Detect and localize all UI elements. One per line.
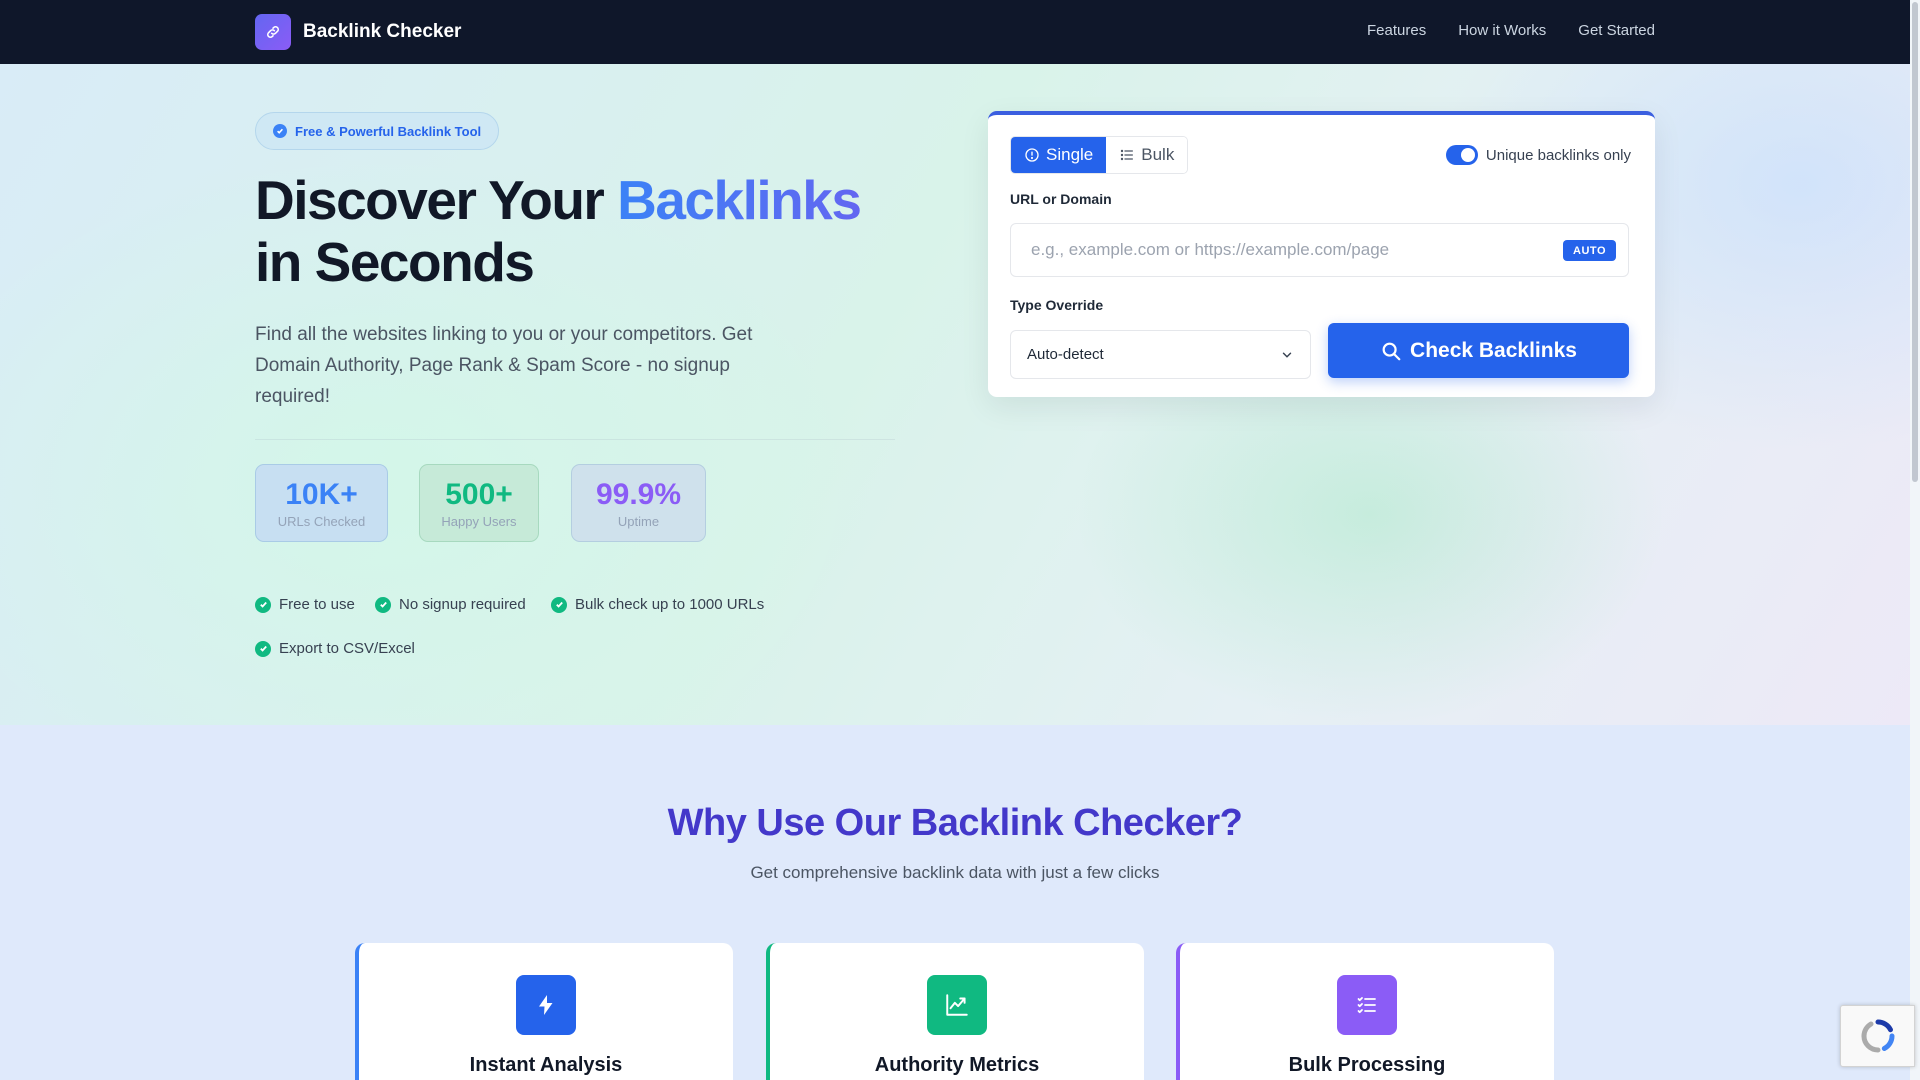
tab-single-label: Single: [1046, 145, 1094, 164]
nav-link-how-it-works[interactable]: How it Works: [1458, 22, 1546, 39]
stat-value: 99.9%: [595, 477, 682, 511]
feature-card-bulk-processing: Bulk Processing: [1176, 943, 1554, 1080]
trending-chart-icon: [927, 975, 987, 1035]
check-backlinks-label: Check Backlinks: [1410, 338, 1577, 362]
hero-subtitle: Find all the websites linking to you or …: [255, 324, 753, 407]
type-select-value: Auto-detect: [1027, 346, 1104, 363]
stat-uptime: 99.9% Uptime: [571, 464, 706, 542]
stat-label: Happy Users: [441, 513, 517, 529]
recaptcha-icon: [1861, 1019, 1894, 1053]
hero-title-accent: Backlinks: [617, 169, 862, 231]
nav-link-features[interactable]: Features: [1367, 22, 1426, 39]
unique-backlinks-toggle-group: Unique backlinks only: [1445, 145, 1631, 165]
nav-link-get-started[interactable]: Get Started: [1578, 22, 1655, 39]
url-input[interactable]: [1011, 224, 1551, 276]
backlink-form-card: Single Bulk Unique backlinks only URL or…: [988, 111, 1655, 397]
hero-title-line2: in Seconds: [255, 231, 535, 293]
link-icon[interactable]: [255, 14, 291, 50]
hero-divider: [255, 439, 895, 440]
feature-check-label: Export to CSV/Excel: [279, 640, 415, 657]
feature-card-instant-analysis: Instant Analysis: [355, 943, 733, 1080]
checklist-icon: [1337, 975, 1397, 1035]
navbar: Backlink Checker Features How it Works G…: [0, 0, 1910, 64]
url-input-wrapper: AUTO: [1010, 223, 1629, 277]
feature-card-title: Authority Metrics: [874, 1054, 1040, 1076]
stat-happy-users: 500+ Happy Users: [419, 464, 539, 542]
stat-value: 500+: [445, 477, 513, 511]
hero-title-part: Discover Your: [255, 169, 618, 231]
feature-check-no-signup: No signup required: [375, 596, 526, 613]
feature-check-label: Bulk check up to 1000 URLs: [575, 596, 765, 613]
check-backlinks-button[interactable]: Check Backlinks: [1328, 323, 1629, 378]
recaptcha-badge[interactable]: [1840, 1005, 1915, 1067]
check-icon: [255, 640, 271, 657]
feature-card-title: Instant Analysis: [469, 1054, 623, 1076]
hero-badge-text: Free & Powerful Backlink Tool: [295, 123, 482, 139]
feature-check-label: Free to use: [279, 596, 355, 613]
feature-card-title: Bulk Processing: [1288, 1054, 1446, 1076]
unique-backlinks-toggle[interactable]: [1445, 145, 1478, 165]
tab-bulk-label: Bulk: [1141, 145, 1175, 164]
hero-section: Free & Powerful Backlink Tool Discover Y…: [0, 64, 1910, 725]
feature-check-bulk: Bulk check up to 1000 URLs: [551, 596, 764, 613]
search-icon: [1382, 342, 1401, 360]
tab-bulk[interactable]: Bulk: [1106, 137, 1188, 173]
url-field-label: URL or Domain: [1010, 191, 1112, 207]
why-title: Why Use Our Backlink Checker?: [667, 802, 1243, 844]
stat-urls-checked: 10K+ URLs Checked: [255, 464, 388, 542]
info-circle-icon: [1025, 148, 1039, 162]
check-circle-icon: [273, 124, 287, 138]
check-icon: [551, 596, 567, 613]
why-section: Why Use Our Backlink Checker? Get compre…: [0, 725, 1910, 1080]
tab-single[interactable]: Single: [1011, 137, 1107, 173]
why-subtitle: Get comprehensive backlink data with jus…: [750, 863, 1160, 882]
feature-check-export: Export to CSV/Excel: [255, 640, 415, 657]
check-icon: [255, 596, 271, 613]
feature-check-label: No signup required: [399, 596, 526, 613]
mode-tabs: Single Bulk: [1010, 136, 1189, 174]
stat-label: Uptime: [617, 513, 660, 529]
hero-badge: Free & Powerful Backlink Tool: [255, 112, 500, 150]
toggle-label: Unique backlinks only: [1485, 146, 1631, 164]
scrollbar-thumb[interactable]: [1912, 2, 1918, 482]
auto-detect-badge: AUTO: [1563, 240, 1616, 261]
lightning-icon: [516, 975, 576, 1035]
hero-title: Discover Your Backlinks in Seconds: [255, 169, 935, 293]
list-icon: [1121, 149, 1134, 161]
type-override-label: Type Override: [1010, 297, 1104, 313]
stat-value: 10K+: [285, 477, 358, 511]
type-override-select[interactable]: Auto-detect: [1010, 330, 1311, 379]
toggle-knob: [1460, 148, 1475, 162]
chevron-down-icon: [1282, 352, 1292, 358]
stat-label: URLs Checked: [277, 513, 366, 529]
feature-card-authority-metrics: Authority Metrics: [766, 943, 1144, 1080]
check-icon: [375, 596, 391, 613]
nav-links: Features How it Works Get Started: [1367, 22, 1655, 39]
feature-check-free: Free to use: [255, 596, 355, 613]
brand-name[interactable]: Backlink Checker: [303, 21, 461, 43]
